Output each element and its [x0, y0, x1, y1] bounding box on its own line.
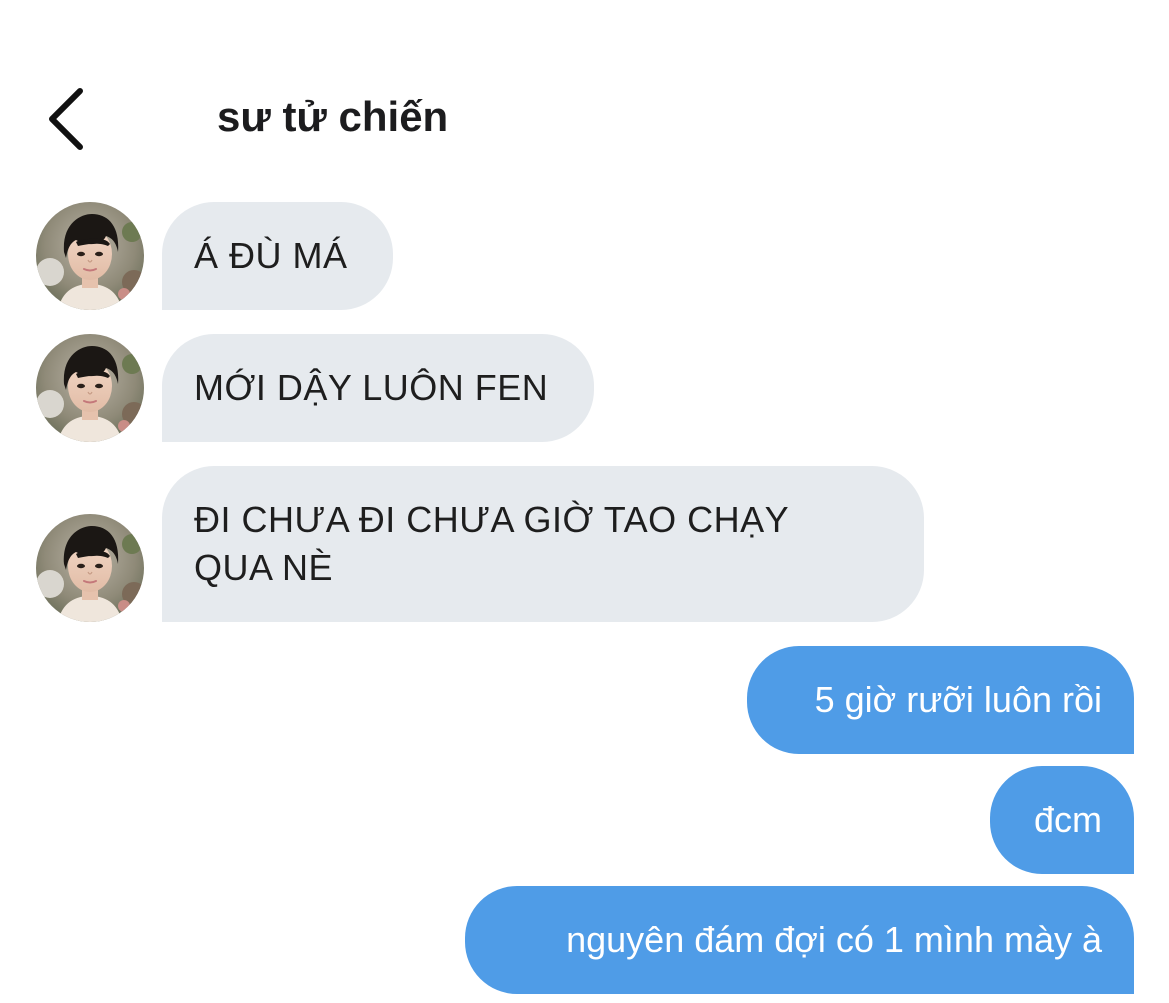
avatar[interactable] — [36, 514, 144, 622]
message-text: ĐI CHƯA ĐI CHƯA GIỜ TAO CHẠY QUA NÈ — [194, 499, 789, 588]
message-text: đcm — [1033, 799, 1102, 840]
avatar[interactable] — [36, 202, 144, 310]
chat-header: sư tử chiến — [0, 0, 1169, 180]
back-button[interactable] — [40, 85, 100, 153]
avatar-photo — [36, 334, 144, 442]
message-text: MỚI DẬY LUÔN FEN — [194, 367, 549, 408]
message-bubble-outgoing[interactable]: 5 giờ rưỡi luôn rồi — [747, 646, 1134, 754]
avatar-photo — [36, 514, 144, 622]
message-text: nguyên đám đợi có 1 mình mày à — [566, 919, 1102, 960]
message-text: Á ĐÙ MÁ — [194, 235, 348, 276]
message-bubble-outgoing[interactable]: đcm — [990, 766, 1134, 874]
message-bubble-incoming[interactable]: Á ĐÙ MÁ — [162, 202, 393, 310]
message-text: 5 giờ rưỡi luôn rồi — [814, 679, 1102, 720]
avatar-photo — [36, 202, 144, 310]
chat-title: sư tử chiến — [217, 93, 449, 140]
avatar[interactable] — [36, 334, 144, 442]
message-bubble-incoming[interactable]: MỚI DẬY LUÔN FEN — [162, 334, 594, 442]
message-bubble-incoming[interactable]: ĐI CHƯA ĐI CHƯA GIỜ TAO CHẠY QUA NÈ — [162, 466, 924, 622]
message-bubble-outgoing[interactable]: nguyên đám đợi có 1 mình mày à — [465, 886, 1134, 994]
chevron-left-icon — [49, 88, 83, 150]
